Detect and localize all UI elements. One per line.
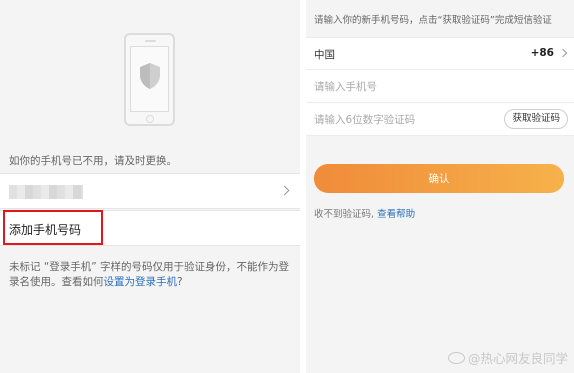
highlight-box <box>3 210 103 245</box>
country-name: 中国 <box>314 49 335 61</box>
phone-shield-illustration <box>124 33 175 126</box>
help-link[interactable]: 查看帮助 <box>377 209 415 220</box>
weibo-icon <box>447 352 465 364</box>
chevron-right-icon <box>279 185 290 196</box>
current-phone-row[interactable] <box>0 173 300 209</box>
code-input-placeholder[interactable]: 请输入6位数字验证码 <box>314 112 415 127</box>
chevron-right-icon <box>558 48 568 58</box>
no-code-help: 收不到验证码, 查看帮助 <box>314 206 415 220</box>
phone-input-placeholder[interactable]: 请输入手机号 <box>314 79 377 94</box>
watermark: @热心网友良同学 <box>447 348 568 367</box>
get-code-button[interactable]: 获取验证码 <box>504 109 568 129</box>
note-suffix: ? <box>177 276 183 288</box>
code-input-row[interactable]: 请输入6位数字验证码 获取验证码 <box>306 103 574 136</box>
verify-hint: 请输入你的新手机号码，点击“获取验证码”完成短信验证 <box>314 15 552 26</box>
phone-input-row[interactable]: 请输入手机号 <box>306 70 574 103</box>
country-code: +86 <box>530 47 554 59</box>
watermark-text: @热心网友良同学 <box>467 351 568 366</box>
shield-icon <box>140 63 160 89</box>
confirm-button[interactable]: 确认 <box>314 164 564 193</box>
set-login-phone-link[interactable]: 设置为登录手机 <box>104 276 178 288</box>
login-phone-note: 未标记 “登录手机” 字样的号码仅用于验证身份，不能作为登录名使用。查看如何设置… <box>9 260 296 290</box>
phone-speaker <box>145 40 156 42</box>
country-select-row[interactable]: 中国 +86 <box>306 37 574 70</box>
left-screen: 如你的手机号已不用，请及时更换。 添加手机号码 未标记 “登录手机” 字样的号码… <box>0 0 300 373</box>
change-phone-hint: 如你的手机号已不用，请及时更换。 <box>9 155 177 167</box>
no-code-text: 收不到验证码, <box>314 209 375 220</box>
right-screen: 请输入你的新手机号码，点击“获取验证码”完成短信验证 中国 +86 请输入手机号… <box>306 0 574 373</box>
blurred-phone-number <box>9 185 83 199</box>
phone-home-button <box>146 115 154 123</box>
